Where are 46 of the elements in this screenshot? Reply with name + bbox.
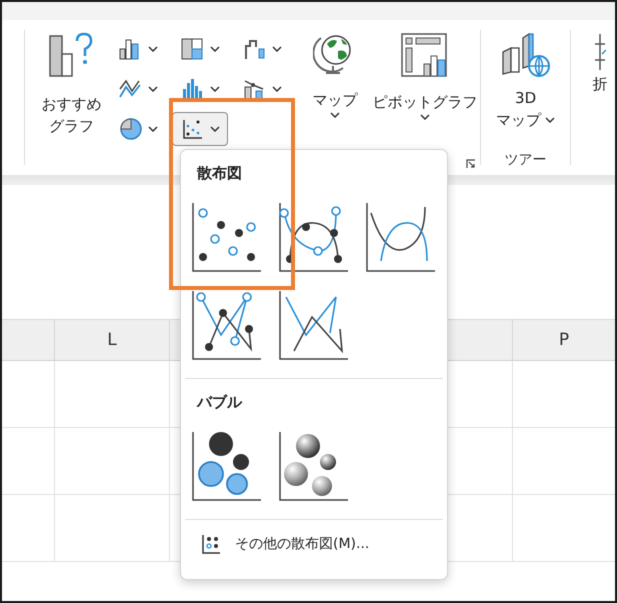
- recommended-charts-button[interactable]: おすすめ グラフ: [37, 20, 106, 136]
- caret-icon: [148, 46, 158, 52]
- caret-icon: [210, 126, 220, 132]
- section-title: 散布図: [196, 163, 243, 184]
- column-header[interactable]: L: [55, 320, 170, 360]
- straight-markers-chart-icon: [191, 289, 263, 361]
- line-chart-button[interactable]: 折: [585, 20, 615, 94]
- caret-icon: [210, 86, 220, 92]
- buildings-globe-icon: [500, 32, 551, 78]
- chart-option[interactable]: [364, 200, 438, 274]
- chart-option[interactable]: [190, 288, 264, 362]
- section-title: バブル: [196, 392, 244, 413]
- caret-icon: [420, 114, 430, 120]
- caret-icon: [148, 86, 158, 92]
- map-button[interactable]: マップ: [300, 20, 370, 118]
- caret-icon: [545, 117, 556, 123]
- chart-option[interactable]: [277, 200, 351, 274]
- caret-icon: [272, 86, 282, 92]
- pivot-chart-button[interactable]: ピボットグラフ: [370, 20, 480, 120]
- smooth-chart-icon: [365, 201, 437, 273]
- bubble-chart-icon: [191, 430, 263, 502]
- scatter-chart-icon: [201, 534, 221, 554]
- hierarchy-chart-icon: [180, 37, 205, 61]
- waterfall-chart-icon: [242, 37, 267, 61]
- pie-chart-icon: [118, 117, 143, 141]
- chart-type-button[interactable]: [172, 112, 228, 146]
- chart-option[interactable]: [190, 200, 264, 274]
- chart-option[interactable]: [277, 288, 351, 362]
- chart-option[interactable]: [277, 429, 351, 503]
- bubble-3d-chart-icon: [278, 430, 350, 502]
- straight-chart-icon: [278, 289, 350, 361]
- more-scatter-charts-item[interactable]: その他の散布図(M)...: [181, 530, 370, 554]
- group-label: ツアー: [504, 151, 547, 169]
- scatter-chart-icon: [180, 117, 205, 141]
- column-header[interactable]: P: [513, 320, 615, 360]
- caret-icon: [330, 112, 340, 118]
- smooth-markers-chart-icon: [278, 201, 350, 273]
- 3d-map-button[interactable]: 3D マップ: [496, 20, 556, 130]
- caret-icon: [210, 46, 220, 52]
- pivot-chart-icon: [400, 32, 450, 78]
- caret-icon: [272, 46, 282, 52]
- dialog-launcher-icon[interactable]: [466, 159, 476, 169]
- chart-option[interactable]: [190, 429, 264, 503]
- scatter-chart-icon: [191, 201, 263, 273]
- caret-icon: [148, 126, 158, 132]
- statistic-chart-icon: [180, 77, 205, 101]
